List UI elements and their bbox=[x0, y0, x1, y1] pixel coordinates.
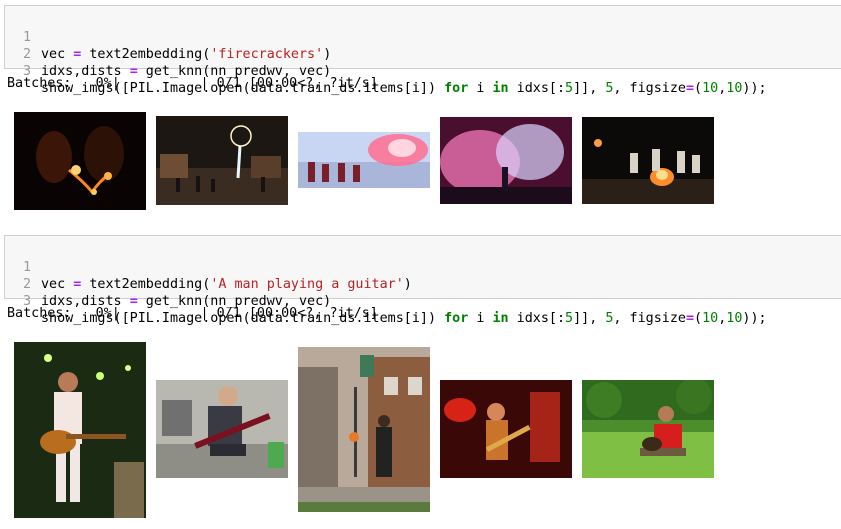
street-guitarist-image bbox=[156, 380, 288, 478]
cell-output-progress: Batches: 0%| | 0/1 [00:00<?, ?it/s] bbox=[7, 306, 378, 321]
park-guitarist-image bbox=[582, 380, 714, 478]
cell-output-progress: Batches: 0%| | 0/1 [00:00<?, ?it/s] bbox=[7, 76, 378, 91]
code-line: 1 vec = text2embedding('A man playing a … bbox=[5, 242, 841, 292]
campfire-night-image bbox=[582, 117, 714, 204]
code-cell-2[interactable]: 1 vec = text2embedding('A man playing a … bbox=[4, 235, 841, 326]
city-street-image bbox=[298, 347, 430, 512]
code-line: 3 show_imgs([PIL.Image.open(data.train_d… bbox=[5, 276, 841, 326]
code-line: 2 idxs,dists = get_knn(nn_predwv, vec) bbox=[5, 259, 841, 309]
firecracker-sparkler-image bbox=[14, 112, 146, 210]
stage-smoke-image bbox=[440, 117, 572, 204]
code-cell-1[interactable]: 1 vec = text2embedding('firecrackers') 2… bbox=[4, 5, 841, 96]
flare-people-image bbox=[298, 132, 430, 188]
code-line: 1 vec = text2embedding('firecrackers') bbox=[5, 12, 841, 62]
guitarist-stage-image bbox=[14, 342, 146, 518]
code-line: 3 show_imgs([PIL.Image.open(data.train_d… bbox=[5, 46, 841, 96]
red-light-guitarist-image bbox=[440, 380, 572, 478]
code-line: 2 idxs,dists = get_knn(nn_predwv, vec) bbox=[5, 29, 841, 79]
firework-crowd-image bbox=[156, 116, 288, 205]
